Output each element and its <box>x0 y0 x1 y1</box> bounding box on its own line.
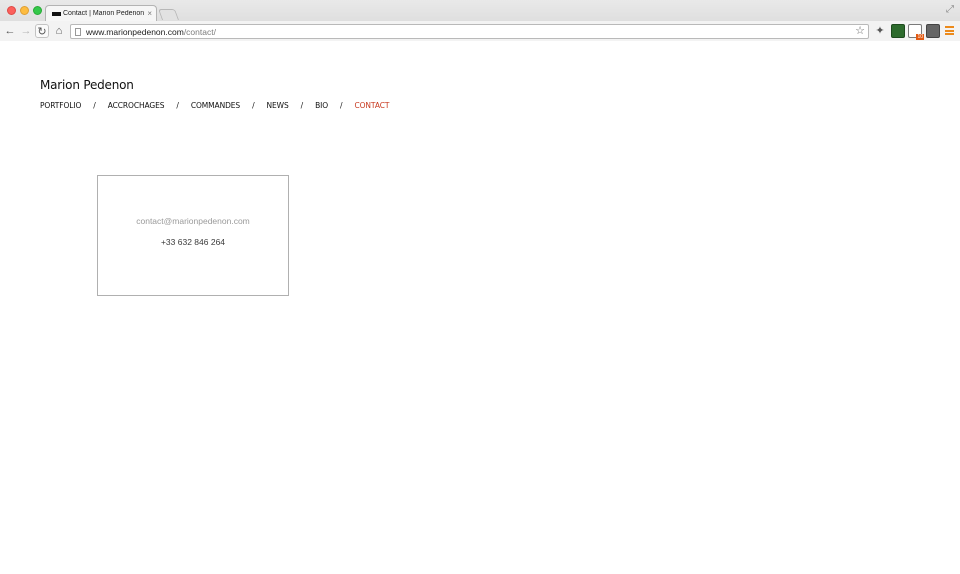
extension-badge-icon[interactable]: 10 <box>908 24 924 40</box>
new-tab-button[interactable] <box>157 9 180 20</box>
close-window-button[interactable] <box>7 6 16 15</box>
forward-arrow-icon[interactable]: → <box>19 24 33 38</box>
reload-icon[interactable]: ↻ <box>35 24 49 38</box>
site-nav: PORTFOLIO / ACCROCHAGES / COMMANDES / NE… <box>40 101 389 110</box>
nav-item-portfolio[interactable]: PORTFOLIO <box>40 101 81 110</box>
back-arrow-icon[interactable]: ← <box>3 24 17 38</box>
browser-chrome: Contact | Marion Pedenon × ⤢ ← → ↻ ⌂ www… <box>0 0 960 41</box>
nav-separator: / <box>176 101 179 110</box>
extension-icon[interactable]: ✦ <box>873 24 887 38</box>
extension-window-icon[interactable] <box>926 24 940 38</box>
extension-calendar-icon[interactable] <box>891 24 905 38</box>
nav-separator: / <box>300 101 304 110</box>
fullscreen-icon[interactable]: ⤢ <box>946 4 954 15</box>
url-path: /contact/ <box>183 26 216 37</box>
tab-close-icon[interactable]: × <box>147 9 152 18</box>
minimize-window-button[interactable] <box>20 6 29 15</box>
window-controls <box>7 6 42 15</box>
menu-icon[interactable] <box>945 25 954 36</box>
contact-email-link[interactable]: contact@marionpedenon.com <box>98 216 288 226</box>
contact-card: contact@marionpedenon.com +33 632 846 26… <box>97 175 289 296</box>
extension-badge-count: 10 <box>916 34 924 40</box>
nav-separator: / <box>252 101 255 110</box>
url-host: www.marionpedenon.com <box>86 26 184 37</box>
nav-item-accrochages[interactable]: ACCROCHAGES <box>108 101 165 110</box>
tab-title: Contact | Marion Pedenon <box>63 10 145 17</box>
browser-toolbar: ← → ↻ ⌂ www.marionpedenon.com /contact/ … <box>0 21 960 41</box>
nav-item-contact[interactable]: CONTACT <box>354 101 389 110</box>
nav-separator: / <box>93 101 96 110</box>
browser-tab[interactable]: Contact | Marion Pedenon × <box>45 5 157 21</box>
home-icon[interactable]: ⌂ <box>52 24 66 38</box>
bookmark-star-icon[interactable]: ☆ <box>855 25 865 38</box>
page-icon <box>75 27 81 36</box>
nav-item-news[interactable]: NEWS <box>267 101 289 110</box>
nav-item-bio[interactable]: BIO <box>315 101 328 110</box>
favicon-icon <box>52 11 61 16</box>
nav-separator: / <box>340 101 343 110</box>
nav-item-commandes[interactable]: COMMANDES <box>191 101 240 110</box>
address-bar[interactable]: www.marionpedenon.com /contact/ ☆ <box>70 24 869 39</box>
contact-phone: +33 632 846 264 <box>160 237 226 247</box>
site-title[interactable]: Marion Pedenon <box>40 78 134 92</box>
maximize-window-button[interactable] <box>33 6 42 15</box>
